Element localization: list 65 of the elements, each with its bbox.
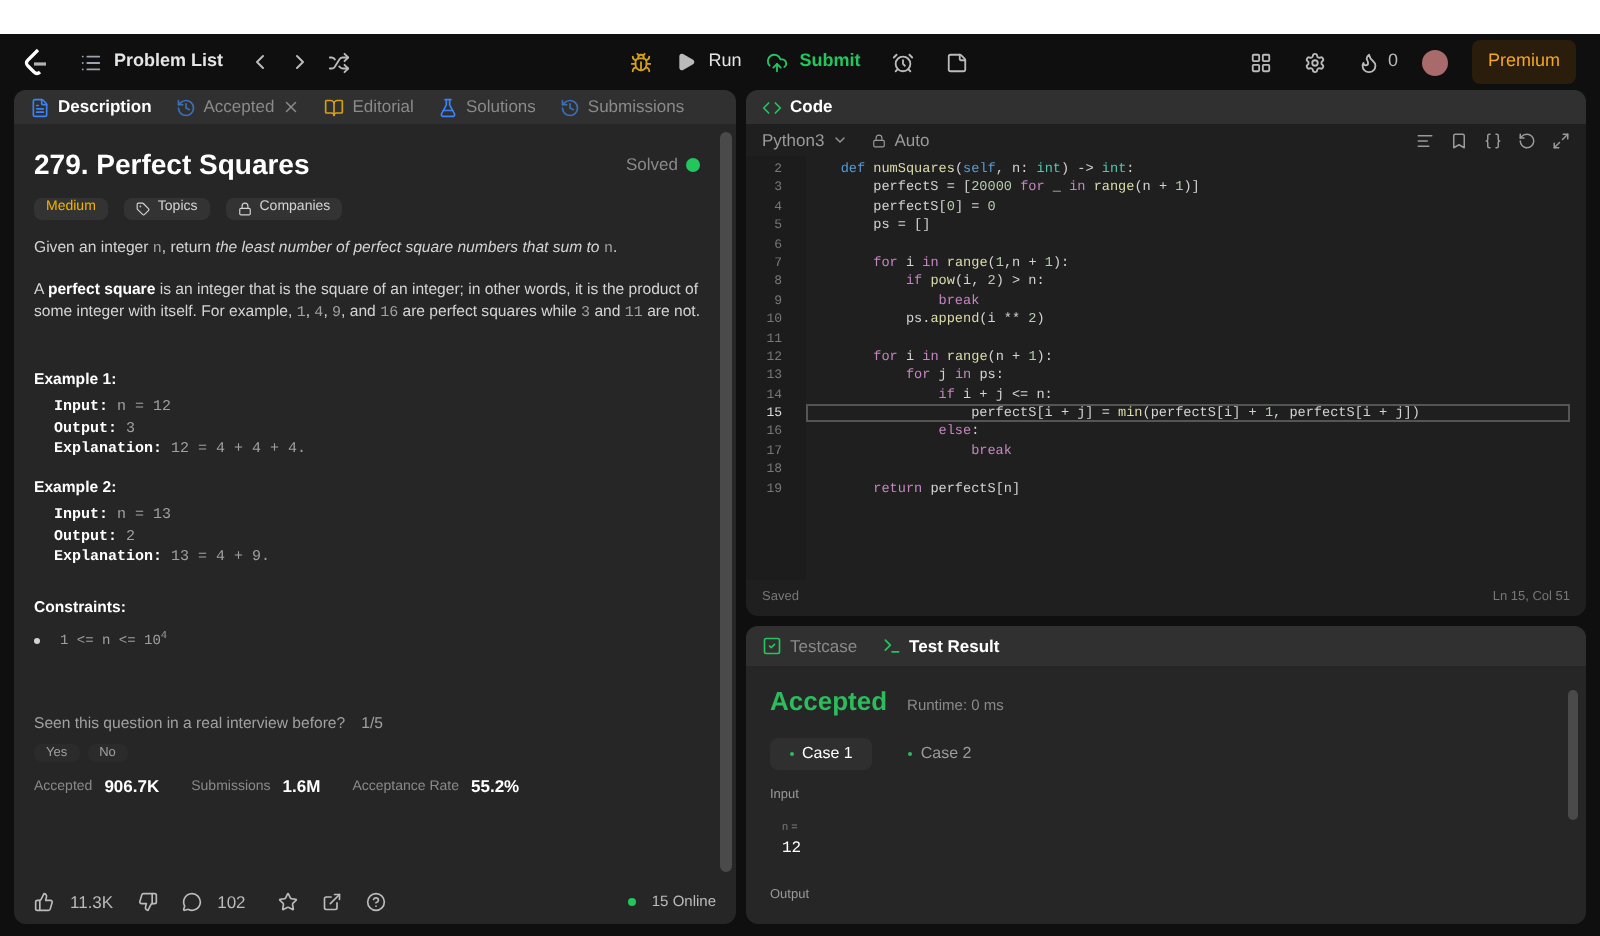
scrollbar[interactable] [1568, 690, 1578, 820]
share-icon[interactable] [321, 892, 342, 912]
result-tab[interactable]: Testcase [762, 633, 858, 659]
code-tab[interactable]: Code [762, 94, 833, 120]
run-button[interactable]: Run [676, 48, 742, 76]
lock-icon [872, 133, 887, 147]
streak-count: 0 [1387, 48, 1398, 75]
logo-icon[interactable] [24, 48, 48, 76]
language-select[interactable]: Python3 [762, 127, 849, 153]
panel-tab[interactable]: Editorial [324, 94, 414, 120]
reset-icon[interactable] [1518, 131, 1536, 149]
panel-tab[interactable]: Solutions [437, 94, 536, 120]
chevron-down-icon [832, 132, 849, 148]
note-icon[interactable] [946, 51, 969, 73]
bug-icon[interactable] [630, 51, 653, 73]
stat-value: 1.6M [282, 774, 321, 801]
comment-icon[interactable] [181, 892, 202, 912]
history-icon [559, 97, 580, 117]
panel-tab[interactable]: Description [30, 94, 152, 120]
history-icon [175, 97, 196, 117]
format-icon[interactable] [1416, 131, 1434, 149]
comment-count: 102 [217, 889, 246, 915]
list-icon [80, 51, 102, 73]
panel-tab[interactable]: Submissions [559, 94, 685, 120]
scrollbar[interactable] [720, 132, 732, 872]
bookmark-icon[interactable] [1450, 131, 1468, 149]
document-icon [30, 97, 50, 117]
braces-icon[interactable] [1484, 131, 1502, 149]
tag-icon [135, 201, 150, 216]
problem-title: 279. Perfect Squares [34, 146, 310, 184]
submit-button[interactable]: Submit [765, 48, 861, 76]
star-icon[interactable] [277, 892, 298, 912]
result-tab[interactable]: Test Result [881, 633, 1000, 659]
terminal-icon [881, 636, 902, 656]
cloud-upload-icon [765, 51, 788, 73]
alarm-icon[interactable] [892, 51, 915, 73]
avatar[interactable] [1421, 49, 1448, 75]
expand-icon[interactable] [1552, 131, 1570, 149]
solved-status: Solved [626, 152, 678, 178]
like-count: 11.3K [70, 889, 114, 915]
thumbs-down-icon[interactable] [137, 892, 158, 912]
book-icon [324, 97, 345, 117]
help-icon[interactable] [365, 892, 386, 912]
stat-value: 55.2% [471, 774, 520, 801]
panel-tab[interactable]: Accepted [175, 94, 301, 120]
close-icon[interactable] [282, 98, 301, 116]
grid-icon[interactable] [1249, 51, 1272, 73]
code-icon [762, 97, 782, 117]
settings-icon[interactable] [1303, 51, 1326, 73]
case-tab[interactable]: Case 2 [888, 737, 992, 769]
param-value: 12 [782, 837, 804, 861]
play-icon [676, 52, 697, 72]
flask-icon [437, 97, 458, 117]
checkbox-icon [762, 636, 782, 656]
problem-list-link[interactable]: Problem List [80, 48, 224, 76]
verdict: Accepted [770, 684, 888, 720]
bullet-icon [34, 638, 40, 645]
shuffle-icon[interactable] [327, 51, 350, 73]
lock-icon [237, 201, 252, 216]
thumbs-up-icon[interactable] [34, 892, 54, 912]
flame-icon[interactable] [1357, 51, 1380, 73]
case-tab[interactable]: Case 1 [770, 737, 873, 769]
stat-value: 906.7K [104, 774, 160, 801]
auto-mode[interactable]: Auto [872, 127, 930, 153]
premium-button[interactable]: Premium [1471, 40, 1576, 84]
